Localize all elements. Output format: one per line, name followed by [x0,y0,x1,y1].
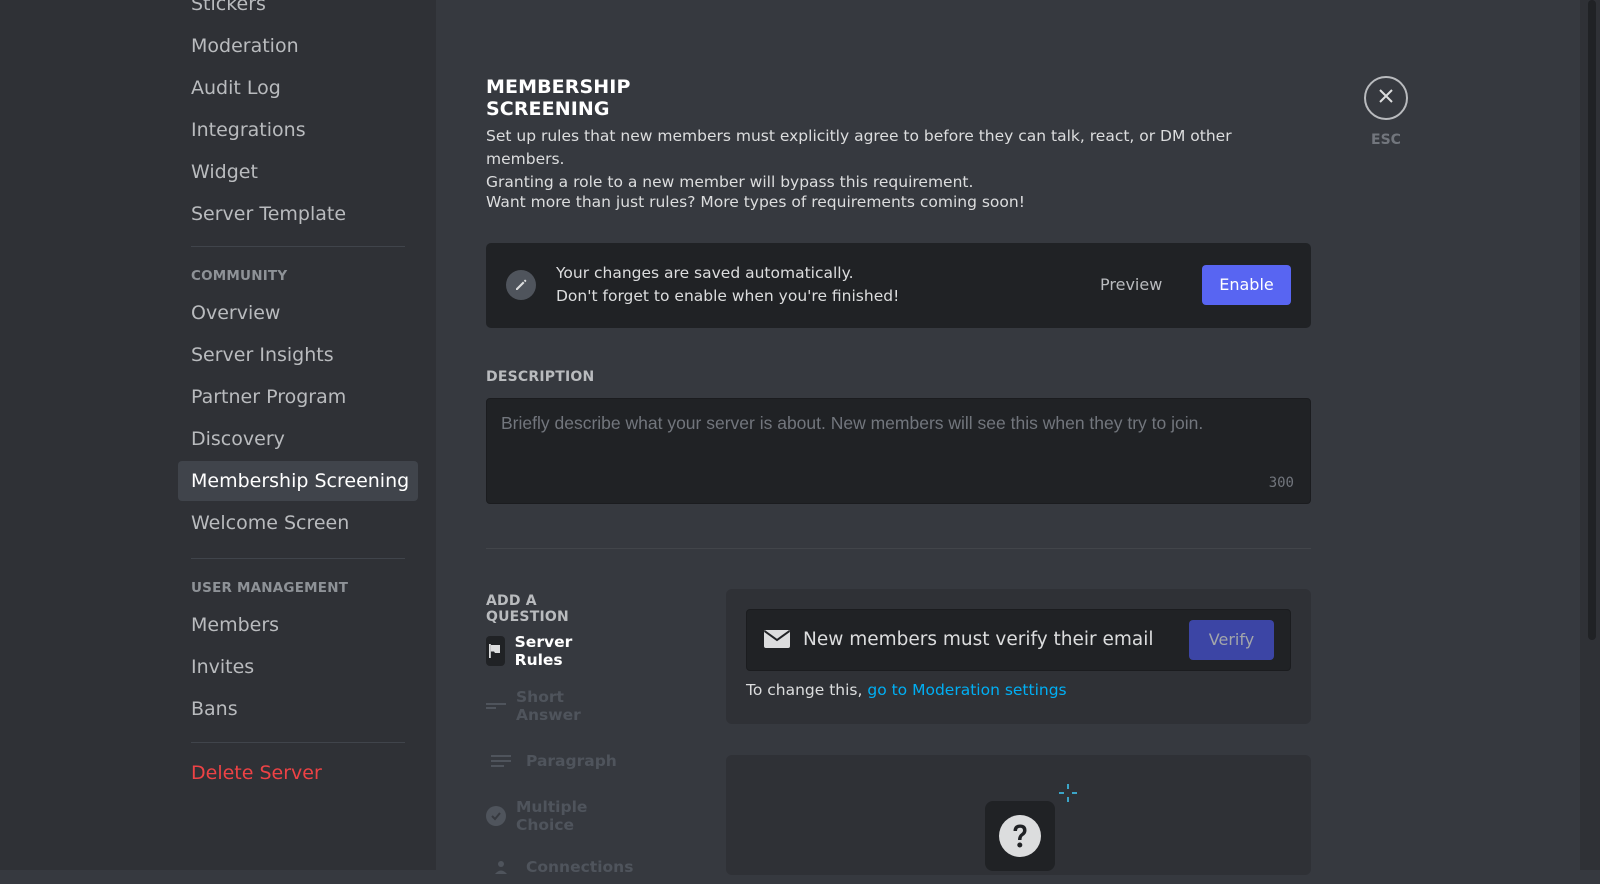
autosave-notice: Your changes are saved automatically. Do… [486,243,1311,328]
question-type-label: Connections [526,858,634,876]
sidebar-header-user-management: USER MANAGEMENT [191,580,349,596]
verify-button: Verify [1189,620,1274,660]
moderation-settings-hint: To change this, go to Moderation setting… [746,681,1067,699]
pencil-icon [506,270,536,300]
page-title: MEMBERSHIP SCREENING [486,76,631,120]
section-divider [486,548,1311,549]
description-label: DESCRIPTION [486,369,595,385]
sidebar-item-widget[interactable]: Widget [178,152,418,192]
moderation-settings-link[interactable]: go to Moderation settings [867,681,1066,699]
sidebar-item-invites[interactable]: Invites [178,647,418,687]
sidebar-item-members[interactable]: Members [178,605,418,645]
question-type-paragraph: Paragraph [486,744,617,778]
flag-icon [486,636,505,666]
question-type-label: Server Rules [514,633,573,669]
intro-more-text: Want more than just rules? More types of… [486,193,1025,211]
question-type-label: Multiple Choice [516,798,588,834]
question-type-connections: Connections [486,850,633,884]
hint-prefix: To change this, [746,681,868,699]
short-answer-icon [486,691,506,721]
sidebar-divider [191,558,405,559]
esc-label: ESC [1371,132,1401,148]
sidebar-divider [191,742,405,743]
sidebar-item-bans[interactable]: Bans [178,689,418,729]
question-type-multiple-choice: Multiple Choice [486,798,597,834]
sidebar-item-overview[interactable]: Overview [178,293,418,333]
verification-text: New members must verify their email [803,629,1154,650]
verification-requirement: New members must verify their email Veri… [746,609,1291,671]
intro-text: Set up rules that new members must expli… [486,125,1276,194]
sidebar-item-stickers[interactable]: Stickers [178,0,418,24]
sidebar-item-partner-program[interactable]: Partner Program [178,377,418,417]
rules-placeholder-card [726,755,1311,875]
question-type-short-answer: Short Answer [486,688,591,724]
description-input[interactable] [487,399,1310,503]
sidebar-item-server-insights[interactable]: Server Insights [178,335,418,375]
sidebar-item-audit-log[interactable]: Audit Log [178,68,418,108]
enable-button[interactable]: Enable [1202,265,1291,305]
add-question-label: ADD A QUESTION [486,593,569,625]
multiple-choice-icon [486,801,506,831]
notice-text: Your changes are saved automatically. Do… [556,262,899,308]
description-field: 300 [486,398,1311,504]
verification-card: New members must verify their email Veri… [726,589,1311,724]
sparkle-icon [1059,784,1077,806]
question-mark-icon [985,801,1055,871]
sidebar-item-membership-screening[interactable]: Membership Screening [178,461,418,501]
close-button[interactable] [1364,76,1408,120]
sidebar-divider [191,246,405,247]
sidebar-header-community: COMMUNITY [191,268,288,284]
sidebar-item-discovery[interactable]: Discovery [178,419,418,459]
sidebar-item-delete-server[interactable]: Delete Server [178,753,418,793]
envelope-icon [763,630,791,652]
sidebar-item-integrations[interactable]: Integrations [178,110,418,150]
question-type-server-rules[interactable]: Server Rules [486,633,584,669]
preview-button[interactable]: Preview [1100,265,1162,305]
close-icon [1378,88,1394,108]
connections-icon [486,852,516,882]
scrollbar-thumb[interactable] [1588,0,1596,640]
notice-line-1: Your changes are saved automatically. [556,264,854,282]
sidebar-item-server-template[interactable]: Server Template [178,194,418,234]
question-type-label: Short Answer [516,688,581,724]
intro-line-1: Set up rules that new members must expli… [486,127,1232,168]
notice-line-2: Don't forget to enable when you're finis… [556,287,900,305]
character-counter: 300 [1268,475,1294,491]
paragraph-icon [486,746,516,776]
question-type-label: Paragraph [526,752,617,770]
sidebar-item-moderation[interactable]: Moderation [178,26,418,66]
sidebar-item-welcome-screen[interactable]: Welcome Screen [178,503,418,543]
